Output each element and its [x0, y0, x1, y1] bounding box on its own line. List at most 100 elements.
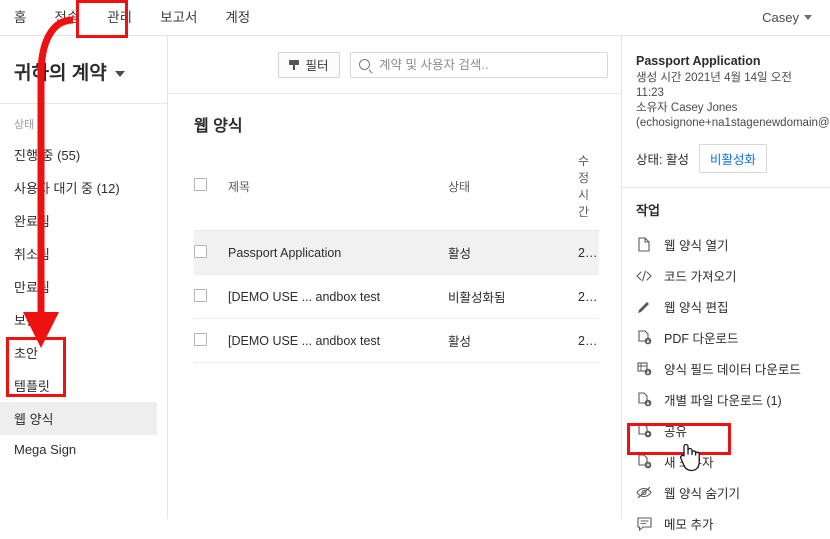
sidebar-item-archived[interactable]: 보관됨: [0, 303, 167, 336]
row-title: [DEMO USE ... andbox test: [228, 274, 448, 319]
action-share[interactable]: 공유: [636, 415, 816, 446]
action-label: 웹 양식 열기: [664, 239, 729, 253]
row-modified: 2021. 3. 11.: [578, 318, 599, 363]
page-title: 웹 양식: [194, 118, 243, 135]
sidebar-item-web-forms[interactable]: 웹 양식: [0, 402, 157, 435]
nav-item-home[interactable]: 홈: [14, 0, 40, 36]
chevron-down-icon: [804, 15, 812, 20]
new-owner-icon: [636, 454, 652, 470]
document-icon: [636, 237, 652, 253]
code-icon: [636, 268, 652, 284]
details-owner-email: (echosignone+na1stagenewdomain@gmail.com…: [636, 117, 830, 129]
action-label: 새 소유자: [664, 456, 714, 470]
share-icon: [636, 423, 652, 439]
comment-icon: [636, 516, 652, 532]
details-owner: 소유자 Casey Jones: [636, 102, 738, 114]
table-header-row: 제목 상태 수정 시간: [194, 146, 599, 231]
pencil-icon: [636, 299, 652, 315]
row-title: [DEMO USE ... andbox test: [228, 318, 448, 363]
sidebar-title[interactable]: 귀하의 계약: [0, 36, 167, 103]
search-box[interactable]: [350, 51, 608, 78]
sidebar-item-completed[interactable]: 완료됨: [0, 204, 167, 237]
sidebar-item-waiting-for-you[interactable]: 사용자 대기 중 (12): [0, 171, 167, 204]
chevron-down-icon: [114, 70, 125, 77]
row-checkbox-cell: [194, 230, 228, 275]
row-modified: 2021. 3. 11.: [578, 274, 599, 319]
main-content: 필터 웹 양식 제목 상태 수정 시간: [168, 36, 622, 519]
top-navigation-bar: 홈 전송 관리 보고서 계정 Casey: [0, 0, 830, 36]
action-label: 공유: [664, 425, 688, 439]
action-add-note[interactable]: 메모 추가: [636, 508, 816, 539]
search-icon: [359, 59, 370, 70]
status-badge: 상태: 활성: [636, 153, 689, 167]
select-all-checkbox[interactable]: [194, 178, 207, 191]
eye-hidden-icon: [636, 485, 652, 501]
user-menu[interactable]: Casey: [762, 10, 816, 25]
web-forms-list-area: 웹 양식 제목 상태 수정 시간 Passport Application 활성…: [168, 94, 621, 363]
filter-button[interactable]: 필터: [278, 51, 340, 78]
action-label: PDF 다운로드: [664, 332, 739, 346]
action-new-owner[interactable]: 새 소유자: [636, 446, 816, 477]
action-hide-web-form[interactable]: 웹 양식 숨기기: [636, 477, 816, 508]
row-status: 활성: [448, 230, 578, 275]
action-label: 양식 필드 데이터 다운로드: [664, 363, 801, 377]
sidebar-item-expired[interactable]: 만료됨: [0, 270, 167, 303]
action-download-individual-files[interactable]: 개별 파일 다운로드 (1): [636, 384, 816, 415]
column-header-title[interactable]: 제목: [228, 146, 448, 231]
content-toolbar: 필터: [168, 36, 621, 94]
deactivate-button[interactable]: 비활성화: [698, 144, 767, 173]
nav-item-reports[interactable]: 보고서: [146, 0, 211, 36]
action-label: 웹 양식 숨기기: [664, 487, 740, 501]
details-status-row: 상태: 활성 비활성화: [636, 144, 816, 173]
sidebar-item-mega-sign[interactable]: Mega Sign: [0, 435, 167, 464]
row-modified: 2021. 4. 14.: [578, 230, 599, 275]
column-header-modified[interactable]: 수정 시간: [578, 146, 599, 231]
page-body: 귀하의 계약 상태 진행 중 (55) 사용자 대기 중 (12) 완료됨 취소…: [0, 36, 830, 532]
row-checkbox[interactable]: [194, 244, 207, 258]
sidebar-item-templates[interactable]: 템플릿: [0, 369, 167, 402]
action-open-web-form[interactable]: 웹 양식 열기: [636, 229, 816, 260]
details-divider: [622, 187, 830, 188]
user-menu-label: Casey: [762, 10, 799, 25]
left-sidebar: 귀하의 계약 상태 진행 중 (55) 사용자 대기 중 (12) 완료됨 취소…: [0, 36, 168, 519]
table-row[interactable]: [DEMO USE ... andbox test 비활성화됨 2021. 3.…: [194, 274, 599, 319]
actions-section-title: 작업: [636, 203, 660, 218]
sidebar-divider: [0, 103, 167, 104]
row-status: 비활성화됨: [448, 274, 578, 319]
nav-item-manage[interactable]: 관리: [93, 0, 146, 36]
row-checkbox-cell: [194, 274, 228, 319]
row-checkbox[interactable]: [194, 332, 207, 346]
sidebar-item-cancelled[interactable]: 취소됨: [0, 237, 167, 270]
action-edit-web-form[interactable]: 웹 양식 편집: [636, 291, 816, 322]
select-all-header: [194, 146, 228, 231]
sidebar-item-draft[interactable]: 초안: [0, 336, 167, 369]
filter-icon: [289, 59, 300, 70]
action-label: 메모 추가: [664, 518, 714, 532]
table-row[interactable]: [DEMO USE ... andbox test 활성 2021. 3. 11…: [194, 318, 599, 363]
details-title: Passport Application: [636, 54, 761, 68]
action-label: 코드 가져오기: [664, 270, 737, 284]
nav-item-send[interactable]: 전송: [40, 0, 93, 36]
action-label: 웹 양식 편집: [664, 301, 729, 315]
nav-items: 홈 전송 관리 보고서 계정: [14, 0, 264, 36]
search-input[interactable]: [377, 56, 599, 73]
action-download-form-field-data[interactable]: 양식 필드 데이터 다운로드: [636, 353, 816, 384]
row-status: 활성: [448, 318, 578, 363]
nav-item-account[interactable]: 계정: [211, 0, 264, 36]
action-download-pdf[interactable]: PDF 다운로드: [636, 322, 816, 353]
sidebar-title-label: 귀하의 계약: [14, 63, 107, 84]
sidebar-section-status-label: 상태: [14, 119, 35, 131]
sidebar-item-in-progress[interactable]: 진행 중 (55): [0, 138, 167, 171]
row-title: Passport Application: [228, 230, 448, 275]
table-row[interactable]: Passport Application 활성 2021. 4. 14.: [194, 230, 599, 275]
action-label: 개별 파일 다운로드 (1): [664, 394, 782, 408]
action-get-code[interactable]: 코드 가져오기: [636, 260, 816, 291]
form-data-download-icon: [636, 361, 652, 377]
column-header-status[interactable]: 상태: [448, 146, 578, 231]
row-checkbox[interactable]: [194, 288, 207, 302]
web-forms-table: 제목 상태 수정 시간 Passport Application 활성 2021…: [194, 146, 599, 363]
details-panel: Passport Application 생성 시간 2021년 4월 14일 …: [622, 36, 830, 532]
file-download-icon: [636, 392, 652, 408]
row-checkbox-cell: [194, 318, 228, 363]
filter-button-label: 필터: [305, 59, 329, 73]
